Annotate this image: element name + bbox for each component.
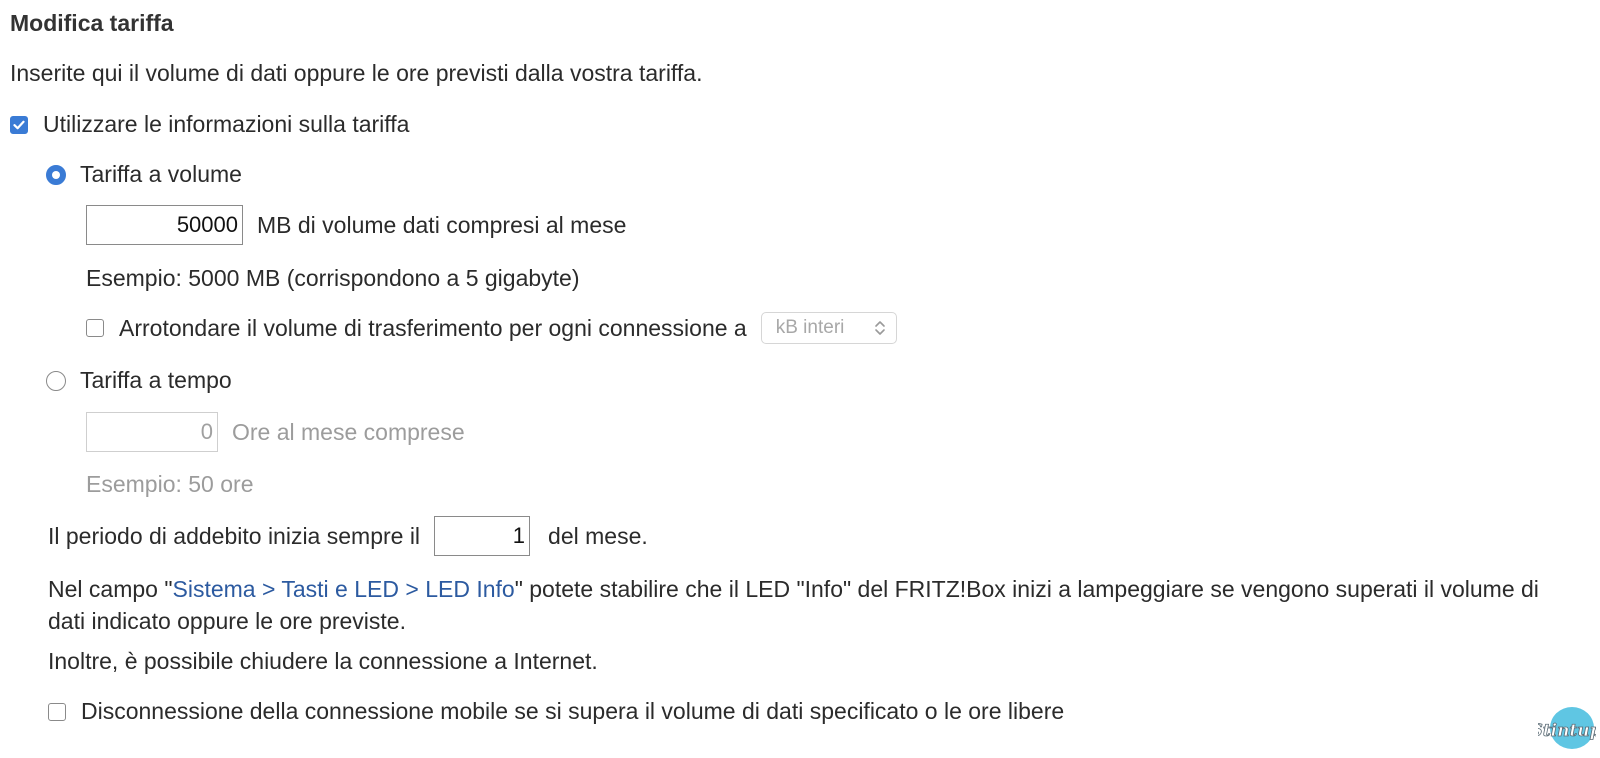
disconnect-checkbox[interactable] — [48, 702, 66, 721]
updown-chevron-icon — [874, 321, 885, 335]
info-paragraph: Nel campo "Sistema > Tasti e LED > LED I… — [48, 573, 1568, 637]
section-title: Modifica tariffa — [10, 10, 174, 36]
round-unit-value: kB interi — [775, 317, 845, 338]
led-info-link[interactable]: Sistema > Tasti e LED > LED Info — [173, 576, 515, 602]
round-volume-label: Arrotondare il volume di trasferimento p… — [119, 314, 747, 341]
round-volume-row: Arrotondare il volume di trasferimento p… — [86, 312, 897, 344]
volume-mb-row: 50000 MB di volume dati compresi al mese — [86, 205, 626, 245]
billing-row: Il periodo di addebito inizia sempre il … — [48, 516, 648, 556]
use-tariff-info-row[interactable]: Utilizzare le informazioni sulla tariffa — [10, 111, 409, 138]
info-extra: Inoltre, è possibile chiudere la conness… — [48, 648, 598, 674]
time-hours-row: 0 Ore al mese comprese — [86, 412, 465, 452]
volume-mb-label: MB di volume dati compresi al mese — [257, 211, 627, 238]
round-unit-select[interactable]: kB interi — [760, 312, 897, 344]
time-hours-label: Ore al mese comprese — [232, 418, 465, 445]
time-tariff-label: Tariffa a tempo — [80, 367, 232, 393]
watermark-logo: Stintup — [1530, 706, 1600, 752]
volume-mb-input[interactable]: 50000 — [86, 205, 243, 245]
volume-tariff-radio[interactable] — [46, 164, 66, 185]
volume-tariff-option[interactable]: Tariffa a volume — [46, 161, 242, 188]
checkmark-icon — [13, 120, 25, 129]
intro-text: Inserite qui il volume di dati oppure le… — [10, 60, 703, 86]
use-tariff-info-checkbox[interactable] — [10, 115, 28, 134]
disconnect-row: Disconnessione della connessione mobile … — [48, 698, 1064, 725]
billing-prefix: Il periodo di addebito inizia sempre il — [48, 522, 421, 549]
billing-suffix: del mese. — [548, 522, 648, 549]
disconnect-label: Disconnessione della connessione mobile … — [81, 698, 1065, 724]
round-volume-checkbox[interactable] — [86, 319, 104, 337]
use-tariff-info-label: Utilizzare le informazioni sulla tariffa — [43, 111, 410, 137]
volume-example: Esempio: 5000 MB (corrispondono a 5 giga… — [86, 265, 580, 291]
billing-day-input[interactable]: 1 — [434, 516, 531, 556]
time-tariff-option[interactable]: Tariffa a tempo — [46, 367, 232, 394]
time-tariff-radio[interactable] — [46, 370, 66, 391]
watermark-text: Stintup — [1538, 721, 1596, 741]
volume-tariff-label: Tariffa a volume — [80, 161, 242, 187]
time-example: Esempio: 50 ore — [86, 471, 254, 497]
info-text-before: Nel campo " — [48, 576, 173, 602]
watermark-logo-icon: Stintup — [1530, 707, 1600, 749]
time-hours-input[interactable]: 0 — [86, 412, 218, 452]
